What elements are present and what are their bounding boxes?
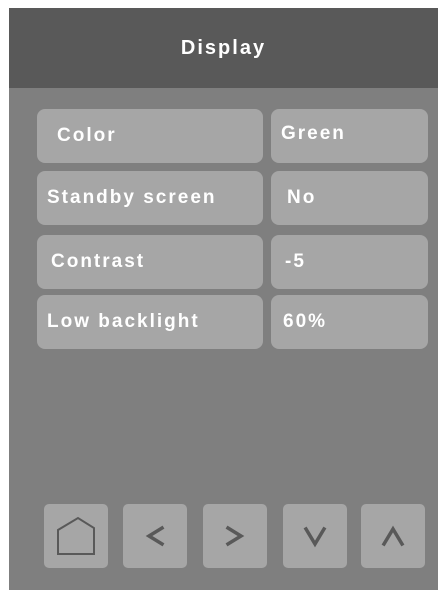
- setting-label-text: Low backlight: [47, 311, 200, 332]
- next-button[interactable]: [203, 504, 267, 568]
- setting-value-text: Green: [281, 123, 346, 144]
- display-screen: Display Color Green Standby screen No Co…: [9, 8, 438, 590]
- setting-label-contrast: Contrast: [37, 235, 263, 289]
- setting-label-color: Color: [37, 109, 263, 163]
- chevron-down-icon: [303, 526, 327, 548]
- home-icon: [57, 516, 95, 555]
- chevron-left-icon: [145, 525, 165, 547]
- chevron-up-icon: [381, 525, 405, 547]
- previous-button[interactable]: [123, 504, 187, 568]
- setting-value-color[interactable]: Green: [271, 109, 428, 163]
- setting-label-low-backlight: Low backlight: [37, 295, 263, 349]
- up-button[interactable]: [361, 504, 425, 568]
- setting-label-text: Contrast: [51, 251, 146, 272]
- setting-value-standby-screen[interactable]: No: [271, 171, 428, 225]
- page-title-text: Display: [180, 36, 267, 59]
- setting-value-text: No: [287, 187, 317, 208]
- setting-value-text: -5: [285, 251, 306, 272]
- setting-label-standby-screen: Standby screen: [37, 171, 263, 225]
- setting-value-low-backlight[interactable]: 60%: [271, 295, 428, 349]
- chevron-right-icon: [225, 525, 245, 547]
- setting-value-text: 60%: [283, 311, 328, 332]
- home-button[interactable]: [44, 504, 108, 568]
- page-title: Display: [9, 8, 438, 88]
- setting-value-contrast[interactable]: -5: [271, 235, 428, 289]
- down-button[interactable]: [283, 504, 347, 568]
- setting-label-text: Standby screen: [47, 187, 217, 208]
- setting-label-text: Color: [57, 125, 117, 146]
